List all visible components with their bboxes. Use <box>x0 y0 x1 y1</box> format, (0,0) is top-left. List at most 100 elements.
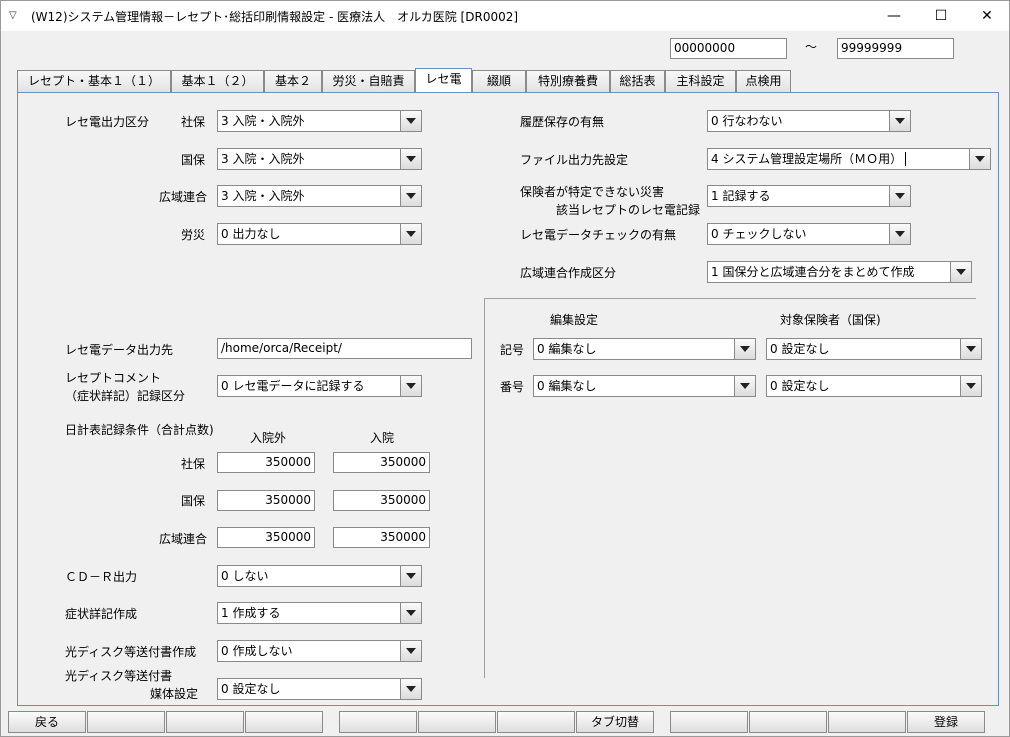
chevron-down-icon[interactable] <box>400 566 421 586</box>
chevron-down-icon[interactable] <box>400 641 421 661</box>
chevron-down-icon[interactable] <box>969 149 990 169</box>
rece-output-label: レセ電出力区分 <box>65 115 150 129</box>
kokuho-select[interactable]: 3 入院・入院外 <box>217 148 422 170</box>
disaster-select[interactable]: 1 記録する <box>707 185 911 207</box>
baitai-label-1: 光ディスク等送付書 <box>65 669 173 683</box>
chevron-down-icon[interactable] <box>400 603 421 623</box>
comment-label-1: レセプトコメント <box>65 371 162 385</box>
chevron-down-icon[interactable] <box>889 224 910 244</box>
tab-basic2[interactable]: 基本２ <box>264 70 322 92</box>
cdr-select-value: 0 しない <box>221 569 269 583</box>
range-tilde: ～ <box>805 40 818 54</box>
cdr-label: ＣＤ－Ｒ出力 <box>65 570 138 584</box>
chevron-down-icon[interactable] <box>400 376 421 396</box>
chevron-down-icon[interactable] <box>889 186 910 206</box>
tab-inspection[interactable]: 点検用 <box>736 70 791 92</box>
f5-button[interactable] <box>339 711 417 733</box>
shojo-label: 症状詳記作成 <box>65 607 138 621</box>
window-title: (W12)システム管理情報－レセプト･総括印刷情報設定 - 医療法人 オルカ医院… <box>31 10 519 24</box>
register-button[interactable]: 登録 <box>907 711 985 733</box>
f3-button[interactable] <box>166 711 244 733</box>
tab-tsuzuri-jun[interactable]: 綴順 <box>472 70 526 92</box>
shojo-select[interactable]: 1 作成する <box>217 602 422 624</box>
comment-select[interactable]: 0 レセ電データに記録する <box>217 375 422 397</box>
daily-kokuho-label: 国保 <box>181 494 206 508</box>
f6-button[interactable] <box>418 711 496 733</box>
tab-summary[interactable]: 総括表 <box>610 70 665 92</box>
daily-kokuho-out-field[interactable]: 350000 <box>217 490 315 511</box>
chevron-down-icon[interactable] <box>889 111 910 131</box>
data-dest-field[interactable]: /home/orca/Receipt/ <box>217 338 472 359</box>
daily-shaho-out-field[interactable]: 350000 <box>217 452 315 473</box>
file-dest-select-value: 4 システム管理設定場所（ＭＯ用） <box>711 152 903 166</box>
koiki-select[interactable]: 3 入院・入院外 <box>217 185 422 207</box>
baitai-label-2: 媒体設定 <box>150 687 199 701</box>
app-icon: ▽ <box>9 10 17 21</box>
kokuho-label: 国保 <box>181 153 206 167</box>
minimize-button[interactable]: — <box>871 1 917 32</box>
daily-shaho-in-field[interactable]: 350000 <box>333 452 430 473</box>
chevron-down-icon[interactable] <box>960 339 981 359</box>
kigo-label: 記号 <box>500 343 525 357</box>
shaho-select[interactable]: 3 入院・入院外 <box>217 110 422 132</box>
kokuho-select-value: 3 入院・入院外 <box>221 152 305 166</box>
title-bar: ▽ (W12)システム管理情報－レセプト･総括印刷情報設定 - 医療法人 オルカ… <box>0 0 1010 31</box>
chevron-down-icon[interactable] <box>734 339 755 359</box>
section-divider-vertical <box>484 298 485 678</box>
baitai-select[interactable]: 0 設定なし <box>217 678 422 700</box>
daily-shaho-label: 社保 <box>181 457 206 471</box>
check-select[interactable]: 0 チェックしない <box>707 223 911 245</box>
hikari-label: 光ディスク等送付書作成 <box>65 645 197 659</box>
hikari-select[interactable]: 0 作成しない <box>217 640 422 662</box>
outpatient-header: 入院外 <box>250 431 287 445</box>
f10-button[interactable] <box>749 711 827 733</box>
chevron-down-icon[interactable] <box>950 262 971 282</box>
section-divider <box>484 298 976 299</box>
history-select[interactable]: 0 行なわない <box>707 110 911 132</box>
daily-kokuho-in-field[interactable]: 350000 <box>333 490 430 511</box>
f11-button[interactable] <box>828 711 906 733</box>
cdr-select[interactable]: 0 しない <box>217 565 422 587</box>
tab-receipt-basic1-1[interactable]: レセプト・基本１（１） <box>17 70 171 92</box>
bango-target-select[interactable]: 0 設定なし <box>766 375 982 397</box>
disaster-select-value: 1 記録する <box>711 189 771 203</box>
range-to-field[interactable]: 99999999 <box>837 38 954 59</box>
koiki-create-select[interactable]: 1 国保分と広域連合分をまとめて作成 <box>707 261 972 283</box>
chevron-down-icon[interactable] <box>734 376 755 396</box>
inpatient-header: 入院 <box>370 431 395 445</box>
chevron-down-icon[interactable] <box>400 111 421 131</box>
tab-rosai-jibaiseki[interactable]: 労災・自賠責 <box>322 70 415 92</box>
daily-koiki-in-field[interactable]: 350000 <box>333 527 430 548</box>
tab-basic1-2[interactable]: 基本１（２） <box>171 70 264 92</box>
chevron-down-icon[interactable] <box>400 186 421 206</box>
koiki-select-value: 3 入院・入院外 <box>221 189 305 203</box>
file-dest-select[interactable]: 4 システム管理設定場所（ＭＯ用） <box>707 148 991 170</box>
chevron-down-icon[interactable] <box>960 376 981 396</box>
f2-button[interactable] <box>87 711 165 733</box>
bango-edit-select[interactable]: 0 編集なし <box>533 375 756 397</box>
f9-button[interactable] <box>670 711 748 733</box>
comment-label-2: （症状詳記）記録区分 <box>65 389 186 403</box>
bango-target-value: 0 設定なし <box>770 379 830 393</box>
f7-button[interactable] <box>497 711 575 733</box>
check-select-value: 0 チェックしない <box>711 227 807 241</box>
file-dest-label: ファイル出力先設定 <box>520 153 629 167</box>
close-button[interactable]: ✕ <box>964 1 1010 32</box>
baitai-select-value: 0 設定なし <box>221 682 281 696</box>
tab-switch-button[interactable]: タブ切替 <box>576 711 654 733</box>
tab-special-care[interactable]: 特別療養費 <box>526 70 610 92</box>
chevron-down-icon[interactable] <box>400 149 421 169</box>
chevron-down-icon[interactable] <box>400 679 421 699</box>
kigo-target-select[interactable]: 0 設定なし <box>766 338 982 360</box>
bango-label: 番号 <box>500 380 525 394</box>
tab-rece-den[interactable]: レセ電 <box>415 68 472 92</box>
tab-main-dept[interactable]: 主科設定 <box>665 70 736 92</box>
f4-button[interactable] <box>245 711 323 733</box>
kigo-edit-select[interactable]: 0 編集なし <box>533 338 756 360</box>
range-from-field[interactable]: 00000000 <box>670 38 787 59</box>
back-button[interactable]: 戻る <box>8 711 86 733</box>
rosai-select[interactable]: 0 出力なし <box>217 223 422 245</box>
maximize-button[interactable]: ☐ <box>918 1 964 32</box>
chevron-down-icon[interactable] <box>400 224 421 244</box>
daily-koiki-out-field[interactable]: 350000 <box>217 527 315 548</box>
